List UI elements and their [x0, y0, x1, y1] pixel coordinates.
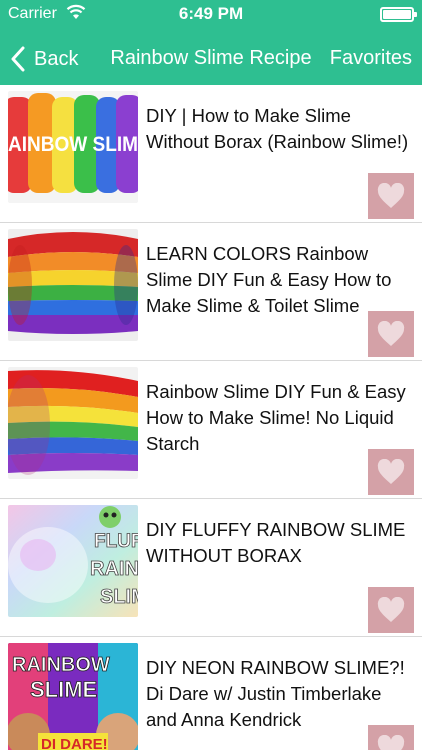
favorite-toggle[interactable] [368, 587, 414, 633]
video-thumbnail: AINBOW SLIM [8, 91, 138, 203]
video-thumbnail: RAINBOW SLIME DI DARE! [8, 643, 138, 750]
favorites-button[interactable]: Favorites [330, 47, 412, 70]
heart-icon [377, 597, 405, 622]
list-item[interactable]: FLUFF RAINB SLIM DIY FLUFFY RAINBOW SLIM… [0, 499, 422, 637]
video-title: Rainbow Slime DIY Fun & Easy How to Make… [146, 381, 406, 454]
list-item[interactable]: RAINBOW SLIME DI DARE! DIY NEON RAINBOW … [0, 637, 422, 750]
video-thumbnail: FLUFF RAINB SLIM [8, 505, 138, 617]
list-item[interactable]: LEARN COLORS Rainbow Slime DIY Fun & Eas… [0, 223, 422, 361]
favorite-toggle[interactable] [368, 311, 414, 357]
list-item[interactable]: AINBOW SLIM DIY | How to Make Slime With… [0, 85, 422, 223]
status-bar: Carrier 6:49 PM [0, 0, 422, 30]
thumbnail-text: AINBOW SLIM [8, 133, 138, 156]
favorite-toggle[interactable] [368, 449, 414, 495]
favorite-toggle[interactable] [368, 725, 414, 750]
thumbnail-text: SLIME [30, 677, 97, 702]
video-thumbnail [8, 229, 138, 341]
heart-icon [377, 183, 405, 208]
video-title: DIY FLUFFY RAINBOW SLIME WITHOUT BORAX [146, 519, 406, 566]
thumbnail-text: RAINB [90, 558, 138, 580]
list-item[interactable]: Rainbow Slime DIY Fun & Easy How to Make… [0, 361, 422, 499]
video-thumbnail [8, 367, 138, 479]
battery-icon [380, 7, 417, 22]
video-title: DIY | How to Make Slime Without Borax (R… [146, 105, 409, 152]
thumbnail-text: FLUFF [94, 531, 138, 552]
thumbnail-text: RAINBOW [12, 654, 110, 676]
heart-icon [377, 459, 405, 484]
navigation-bar: Back Rainbow Slime Recipe Favorites [0, 33, 422, 85]
thumbnail-text: SLIM [100, 586, 138, 608]
heart-icon [377, 321, 405, 346]
app-header: Carrier 6:49 PM Back Rainbow Slime Recip… [0, 0, 422, 85]
video-list: AINBOW SLIM DIY | How to Make Slime With… [0, 85, 422, 750]
video-title: DIY NEON RAINBOW SLIME?! Di Dare w/ Just… [146, 657, 405, 730]
video-title: LEARN COLORS Rainbow Slime DIY Fun & Eas… [146, 243, 392, 316]
favorite-toggle[interactable] [368, 173, 414, 219]
thumbnail-text: DI DARE! [41, 736, 108, 750]
status-time: 6:49 PM [178, 4, 244, 23]
heart-icon [377, 735, 405, 750]
